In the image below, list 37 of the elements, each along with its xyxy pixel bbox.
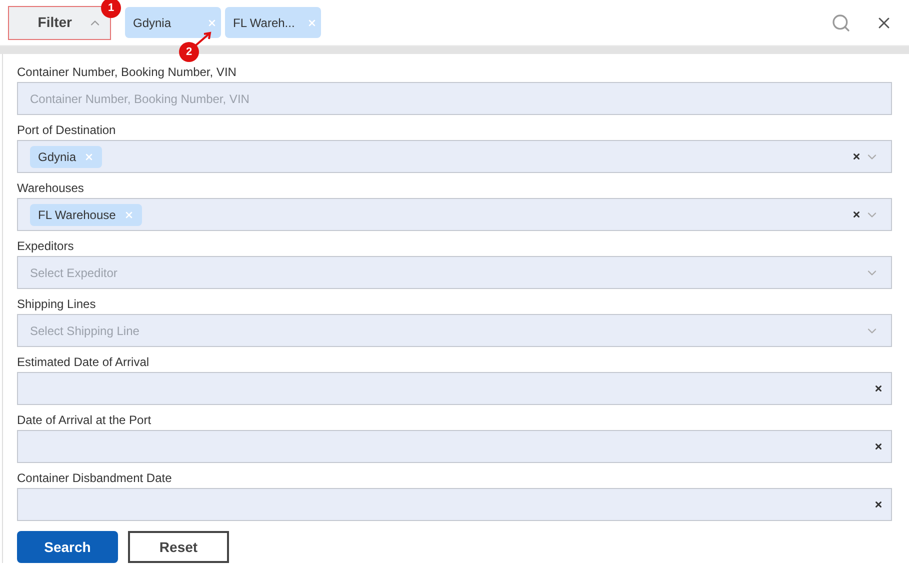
- clear-icon[interactable]: [874, 500, 883, 509]
- filter-chip[interactable]: Gdynia: [125, 7, 221, 38]
- field-label: Warehouses: [17, 180, 84, 196]
- field-label: Estimated Date of Arrival: [17, 354, 150, 370]
- placeholder-text: Select Expeditor: [30, 264, 118, 282]
- chip-label: Gdynia: [133, 14, 172, 32]
- field-label: Container Number, Booking Number, VIN: [17, 64, 236, 80]
- chip-label: FL Wareh...: [233, 14, 295, 32]
- clear-icon[interactable]: [852, 210, 861, 219]
- remove-icon[interactable]: [307, 18, 317, 28]
- selected-tag: Gdynia: [30, 146, 102, 168]
- field-label: Shipping Lines: [17, 296, 96, 312]
- search-button[interactable]: Search: [17, 531, 118, 563]
- reset-button[interactable]: Reset: [128, 531, 229, 563]
- search-field[interactable]: Container Number, Booking Number, VIN: [17, 82, 892, 115]
- date-field[interactable]: [17, 488, 892, 521]
- annotation-marker: 2: [179, 42, 199, 62]
- annotation-marker: 1: [101, 0, 121, 18]
- placeholder-text: Select Shipping Line: [30, 322, 140, 340]
- clear-icon[interactable]: [874, 442, 883, 451]
- annotation-arrow: [194, 31, 212, 47]
- field-label: Expeditors: [17, 238, 74, 254]
- field-label: Port of Destination: [17, 122, 116, 138]
- clear-icon[interactable]: [852, 152, 861, 161]
- select-field[interactable]: FL Warehouse: [17, 198, 892, 231]
- selected-tag: FL Warehouse: [30, 204, 142, 226]
- remove-icon[interactable]: [84, 152, 94, 162]
- select-field[interactable]: Gdynia: [17, 140, 892, 173]
- filter-chip[interactable]: FL Wareh...: [225, 7, 321, 38]
- field-label: Container Disbandment Date: [17, 470, 172, 486]
- remove-icon[interactable]: [207, 18, 217, 28]
- date-field[interactable]: [17, 430, 892, 463]
- date-field[interactable]: [17, 372, 892, 405]
- clear-icon[interactable]: [874, 384, 883, 393]
- field-label: Date of Arrival at the Port: [17, 412, 152, 428]
- remove-icon[interactable]: [124, 210, 134, 220]
- search-icon[interactable]: [831, 12, 851, 32]
